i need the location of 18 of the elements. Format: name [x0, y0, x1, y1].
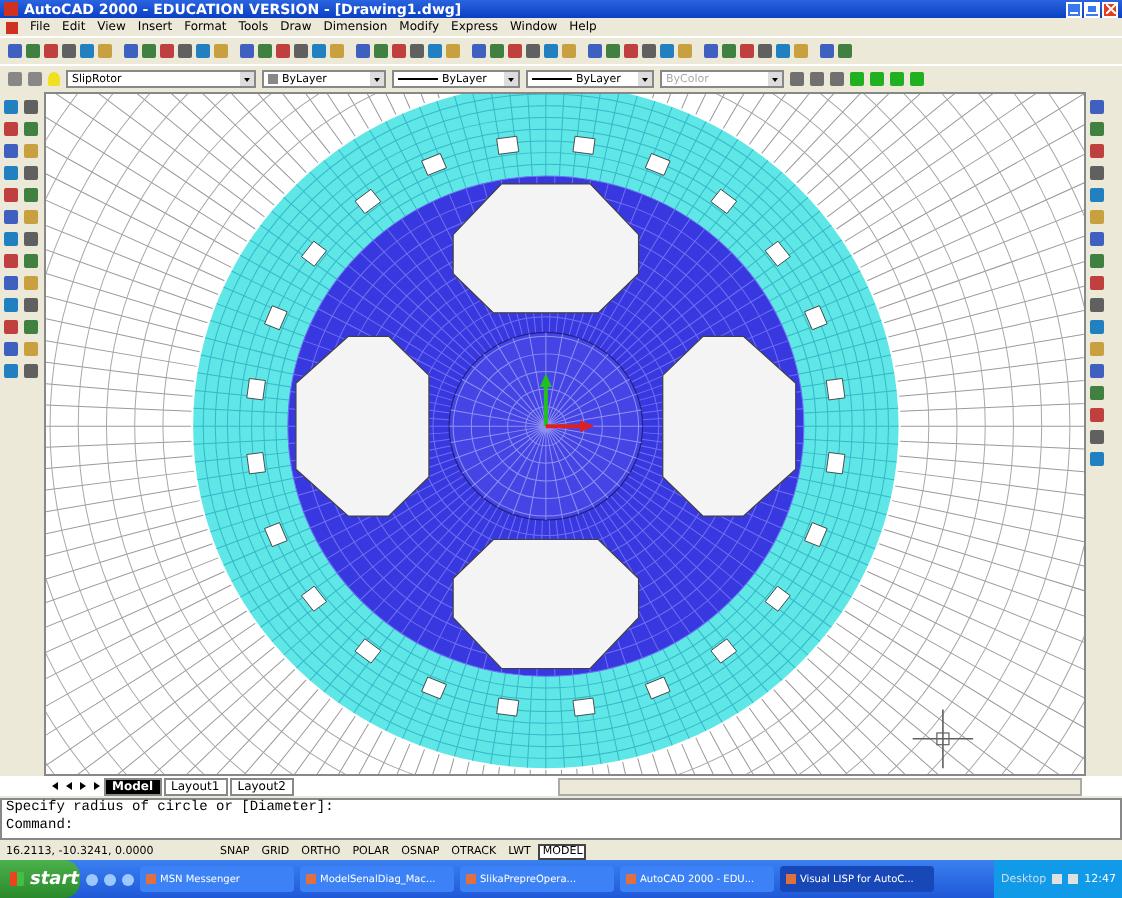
document-icon: [6, 21, 18, 33]
caret-icon: [244, 78, 250, 82]
caret-icon: [508, 78, 514, 82]
caret-icon: [374, 78, 380, 82]
minimize-button[interactable]: [1066, 1, 1082, 17]
lightbulb-icon: [48, 72, 60, 86]
close-button[interactable]: [1102, 1, 1118, 17]
caret-icon: [642, 78, 648, 82]
windows-flag-icon: [10, 872, 24, 886]
maximize-button[interactable]: [1084, 1, 1100, 17]
previous-tab-button[interactable]: [62, 779, 74, 793]
crosshair-cursor: [911, 708, 974, 769]
app-logo-icon: [4, 2, 18, 16]
ucs-icon: [539, 373, 595, 433]
caret-icon: [772, 78, 778, 82]
next-tab-button[interactable]: [76, 779, 88, 793]
horizontal-scrollbar[interactable]: [558, 777, 1082, 795]
first-tab-button[interactable]: [48, 779, 60, 793]
